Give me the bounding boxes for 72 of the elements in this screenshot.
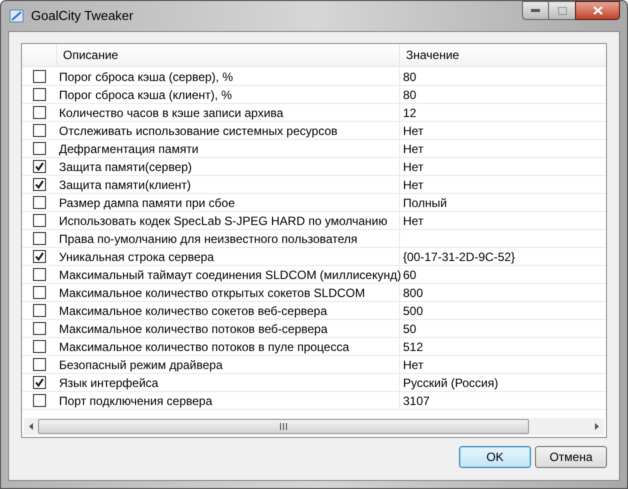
table-cell: Максимальное количество сокетов веб-сервера (57, 302, 400, 319)
checkbox[interactable] (33, 214, 46, 227)
close-button[interactable] (575, 1, 620, 20)
checkmark-icon (35, 252, 44, 261)
checkbox[interactable] (33, 160, 46, 173)
ok-button[interactable]: OK (459, 446, 531, 468)
close-icon (592, 6, 602, 15)
table-cell-text: Нет (403, 356, 424, 374)
table-cell-text: 512 (403, 338, 424, 356)
scrollbar-thumb[interactable] (38, 419, 529, 434)
table-cell-text: 50 (403, 320, 416, 338)
table-cell: Язык интерфейса (57, 374, 400, 391)
minimize-button[interactable] (522, 1, 549, 20)
checkbox[interactable] (33, 322, 46, 335)
table-cell: Максимальный таймаут соединения SLDCOM (миллисекунд) (57, 266, 400, 283)
grip-icon (280, 423, 287, 430)
table-cell: Использовать кодек SpecLab S-JPEG HARD по умолчанию (57, 212, 400, 229)
checkbox[interactable] (33, 250, 46, 263)
checkbox[interactable] (33, 376, 46, 389)
table-cell-text: 80 (403, 86, 416, 104)
checkbox[interactable] (33, 304, 46, 317)
checkbox[interactable] (33, 106, 46, 119)
maximize-icon (558, 6, 566, 14)
checkbox[interactable] (33, 70, 46, 83)
checkbox[interactable] (33, 178, 46, 191)
table-cell: Уникальная строка сервера (57, 248, 400, 265)
table-cell-text: 12 (403, 104, 416, 122)
table-cell: Отслеживать использование системных ресурсов (57, 122, 400, 139)
table-cell-text: Нет (403, 176, 424, 194)
checkbox[interactable] (33, 268, 46, 281)
table-cell: Безопасный режим драйвера (57, 356, 400, 373)
table-cell-text: Нет (403, 140, 424, 158)
checkmark-icon (35, 378, 44, 387)
table-cell: Дефрагментация памяти (57, 140, 400, 157)
window-title: GoalCity Tweaker (31, 7, 134, 26)
cancel-button[interactable]: Отмена (535, 446, 607, 468)
app-icon (9, 8, 25, 24)
table-cell-text: 800 (403, 284, 424, 302)
table-cell-text: 80 (403, 68, 416, 86)
table-cell: Порт подключения сервера (57, 392, 400, 409)
checkbox[interactable] (33, 340, 46, 353)
table-cell: Права по-умолчанию для неизвестного пользователя (57, 230, 400, 247)
checkbox[interactable] (33, 394, 46, 407)
table-cell-text: 500 (403, 302, 424, 320)
column-header[interactable]: Значение (400, 44, 606, 66)
table-cell: Защита памяти(сервер) (57, 158, 400, 175)
table-cell: Защита памяти(клиент) (57, 176, 400, 193)
table-cell: Размер дампа памяти при сбое (57, 194, 400, 211)
checkbox[interactable] (33, 88, 46, 101)
column-header[interactable]: Описание (57, 44, 400, 66)
table-cell-text: Русский (Россия) (403, 374, 498, 392)
checkbox[interactable] (33, 196, 46, 209)
table-cell: Порог сброса кэша (сервер), % (57, 68, 400, 85)
table-cell-text: 60 (403, 266, 416, 284)
table-cell: Максимальное количество открытых сокетов SLDCOM (57, 284, 400, 301)
table-cell-text: Нет (403, 158, 424, 176)
table-cell: Порог сброса кэша (клиент), % (57, 86, 400, 103)
checkbox[interactable] (33, 142, 46, 155)
table-cell-text: Нет (403, 212, 424, 230)
table-cell: Максимальное количество потоков веб-сервера (57, 320, 400, 337)
checkbox[interactable] (33, 232, 46, 245)
checkbox[interactable] (33, 286, 46, 299)
maximize-button[interactable] (549, 1, 575, 20)
table-cell: Количество часов в кэше записи архива (57, 104, 400, 121)
table-cell-text: Нет (403, 122, 424, 140)
table-cell-text: {00-17-31-2D-9C-52} (403, 248, 516, 266)
checkbox[interactable] (33, 358, 46, 371)
table-cell: Максимальное количество потоков в пуле процесса (57, 338, 400, 355)
checkbox[interactable] (33, 124, 46, 137)
table-cell-text: Полный (403, 194, 447, 212)
table-cell-text: 3107 (403, 392, 430, 410)
minimize-icon (531, 9, 540, 12)
